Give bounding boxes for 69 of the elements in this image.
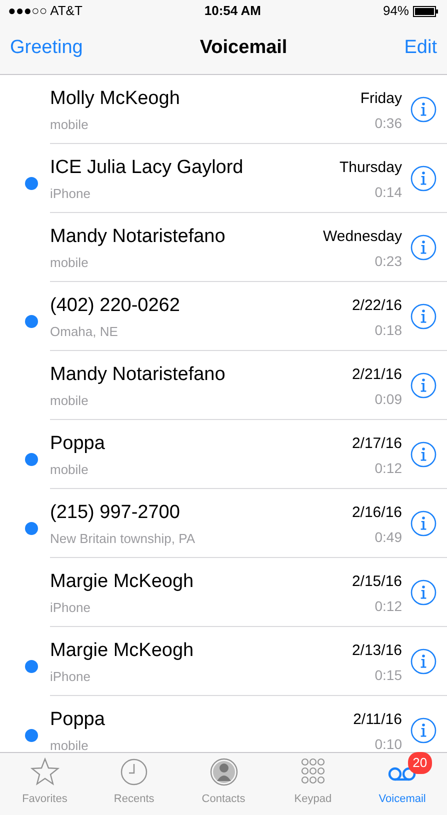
caller-label: mobile xyxy=(50,116,90,134)
caller-label: mobile xyxy=(50,461,90,480)
screen-title: Voicemail xyxy=(200,36,288,60)
caller-label: mobile xyxy=(50,254,90,272)
voicemail-duration: 0:09 xyxy=(374,390,402,408)
voicemail-row[interactable]: Poppa mobile 2/17/16 0:12 xyxy=(0,420,447,489)
info-button[interactable] xyxy=(410,648,437,674)
caller-label: iPhone xyxy=(50,185,92,204)
clock-icon xyxy=(119,757,150,787)
voicemail-row[interactable]: Molly McKeogh mobile Friday 0:36 xyxy=(0,75,447,144)
voicemail-date: Wednesday xyxy=(323,226,402,246)
caller-name: Margie McKeogh xyxy=(50,639,195,664)
caller-name: ICE Julia Lacy Gaylord xyxy=(50,156,244,180)
caller-label: iPhone xyxy=(50,599,92,618)
info-button[interactable] xyxy=(410,234,437,260)
voicemail-row[interactable]: Margie McKeogh iPhone 2/13/16 0:15 xyxy=(0,627,447,696)
caller-name: (402) 220-0262 xyxy=(50,294,181,318)
voicemail-duration: 0:14 xyxy=(374,182,402,202)
info-button[interactable] xyxy=(410,578,437,606)
voicemail-row[interactable]: (215) 997-2700 New Britain township, PA 2/16/16 0:49 xyxy=(0,489,447,558)
voicemail-row[interactable]: ICE Julia Lacy Gaylord iPhone Thursday 0:14 xyxy=(0,144,447,213)
info-button[interactable] xyxy=(410,302,437,330)
battery-percent: 94% xyxy=(382,2,409,20)
caller-name: Molly McKeogh xyxy=(50,87,181,112)
caller-name: (215) 997-2700 xyxy=(50,501,181,526)
star-icon xyxy=(30,757,60,787)
caller-label: New Britain township, PA xyxy=(50,530,196,548)
voicemail-duration: 0:49 xyxy=(374,528,402,546)
voicemail-date: 2/13/16 xyxy=(352,640,402,660)
caller-label: mobile xyxy=(50,737,90,752)
caller-name: Margie McKeogh xyxy=(50,570,195,594)
caller-label: Omaha, NE xyxy=(50,323,119,342)
voicemail-duration: 0:10 xyxy=(374,734,402,752)
battery-icon xyxy=(413,6,439,16)
voicemail-duration: 0:15 xyxy=(374,666,402,684)
voicemail-date: 2/22/16 xyxy=(352,296,402,316)
caller-label: iPhone xyxy=(50,668,92,686)
info-button[interactable] xyxy=(410,96,437,122)
voicemail-duration: 0:23 xyxy=(374,252,402,270)
voicemail-duration: 0:18 xyxy=(374,320,402,340)
caller-name: Poppa xyxy=(50,708,106,732)
info-button[interactable] xyxy=(410,164,437,192)
voicemail-duration: 0:12 xyxy=(374,596,402,616)
voicemail-date: 2/16/16 xyxy=(352,502,402,522)
voicemail-date: Friday xyxy=(360,88,402,108)
voicemail-duration: 0:12 xyxy=(374,458,402,478)
voicemail-row[interactable]: Mandy Notaristefano mobile 2/21/16 0:09 xyxy=(0,351,447,420)
caller-name: Mandy Notaristefano xyxy=(50,363,226,388)
caller-name: Poppa xyxy=(50,432,106,456)
voicemail-date: 2/21/16 xyxy=(352,364,402,384)
caller-name: Mandy Notaristefano xyxy=(50,225,226,250)
info-button[interactable] xyxy=(410,372,437,398)
clock-time: 10:54 AM xyxy=(204,2,261,20)
voicemail-row[interactable]: (402) 220-0262 Omaha, NE 2/22/16 0:18 xyxy=(0,282,447,351)
info-button[interactable] xyxy=(410,440,437,468)
tab-voicemail[interactable]: Voicemail 20 xyxy=(358,753,447,815)
voicemail-date: 2/15/16 xyxy=(352,572,402,592)
person-icon xyxy=(208,757,239,787)
info-button[interactable] xyxy=(410,510,437,536)
voicemail-duration: 0:36 xyxy=(374,114,402,132)
voicemail-date: 2/11/16 xyxy=(353,710,402,730)
voicemail-row[interactable]: Margie McKeogh iPhone 2/15/16 0:12 xyxy=(0,558,447,627)
info-button[interactable] xyxy=(410,716,437,744)
carrier-signal: ●●●○○ AT&T xyxy=(8,2,82,20)
voicemail-date: Thursday xyxy=(339,158,402,178)
caller-label: mobile xyxy=(50,392,90,410)
voicemail-date: 2/17/16 xyxy=(352,434,402,454)
count-badge: 20 xyxy=(408,752,432,774)
voicemail-row[interactable]: Mandy Notaristefano mobile Wednesday 0:23 xyxy=(0,213,447,282)
